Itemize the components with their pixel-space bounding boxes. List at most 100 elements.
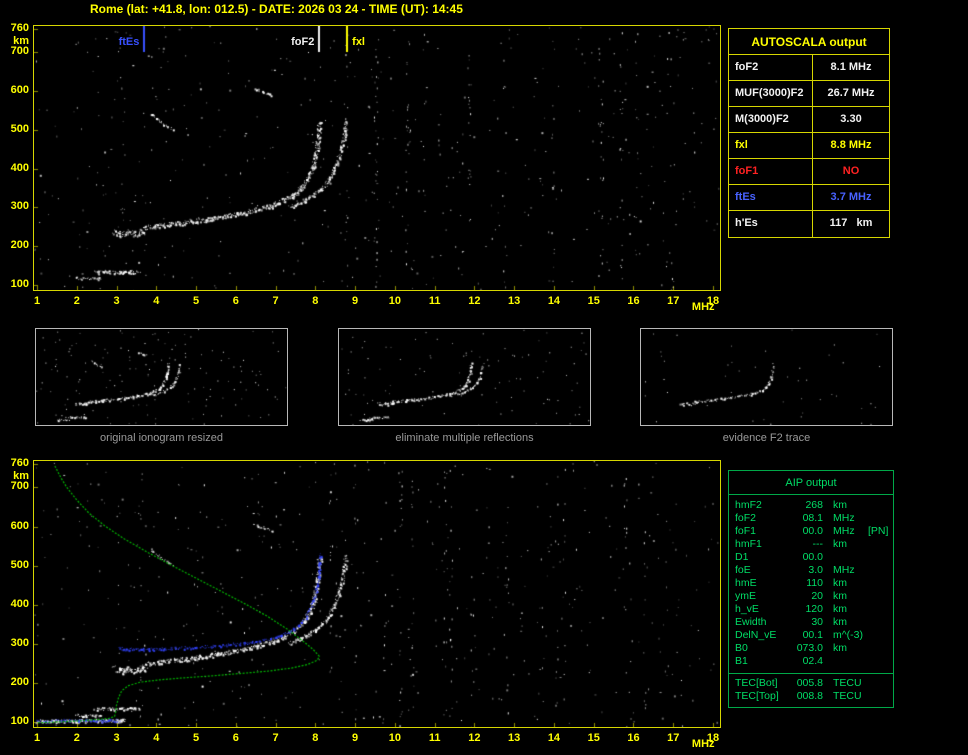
aip-row-note xyxy=(867,629,893,642)
aip-output-table: AIP output hmF2 268 km foF2 08.1 MHz foF1 00.0 M… xyxy=(728,470,894,708)
aip-row-unit: km xyxy=(833,538,847,550)
y-tick-label: 300 xyxy=(10,636,29,649)
aip-row: foF2 08.1 MHz xyxy=(729,512,893,525)
thumb-eliminate-frame xyxy=(338,328,591,426)
y-tick-label: 700 xyxy=(10,45,29,58)
aip-row-name: Ewidth xyxy=(735,616,767,628)
aip-row-value: 30 xyxy=(811,616,823,628)
autoscala-row-value: 3.7 MHz xyxy=(830,191,872,203)
aip-row-note xyxy=(867,603,893,616)
x-tick-label: 15 xyxy=(587,295,600,307)
x-axis-unit: MHz xyxy=(691,301,715,313)
x-tick-label: 12 xyxy=(468,295,481,307)
ionogram-bottom-canvas xyxy=(34,461,720,727)
aip-row: DelN_vE 00.1 m^(-3) xyxy=(729,629,893,642)
y-tick-label: 400 xyxy=(10,161,29,174)
autoscala-row-value: 26.7 MHz xyxy=(827,87,875,99)
aip-row-unit: MHz xyxy=(833,564,855,576)
x-tick-label: 4 xyxy=(153,295,160,307)
aip-row-unit: TECU xyxy=(833,677,862,689)
aip-row-note xyxy=(867,655,893,668)
aip-row: Ewidth 30 km xyxy=(729,616,893,629)
thumb-evidence-canvas xyxy=(641,329,892,425)
autoscala-row: fxl 8.8 MHz xyxy=(729,133,889,159)
x-tick-label: 18 xyxy=(706,732,720,744)
aip-row-name: ymE xyxy=(735,590,756,602)
aip-row-note xyxy=(867,551,893,564)
x-tick-label: 4 xyxy=(153,732,160,744)
aip-row-value: 08.1 xyxy=(802,512,823,524)
aip-row: TEC[Top] 008.8 TECU xyxy=(729,690,893,703)
aip-row-unit: m^(-3) xyxy=(833,629,864,641)
x-tick-label: 5 xyxy=(192,295,200,307)
y-axis-unit: km xyxy=(13,470,29,482)
x-tick-label: 14 xyxy=(547,295,561,307)
aip-row-name: foF1 xyxy=(735,525,757,537)
aip-row-value: 00.0 xyxy=(802,551,823,563)
aip-row-unit: km xyxy=(833,603,847,615)
aip-row: hmF1 --- km xyxy=(729,538,893,551)
autoscala-row: M(3000)F2 3.30 xyxy=(729,107,889,133)
aip-row-unit: km xyxy=(833,590,847,602)
aip-row: TEC[Bot] 005.8 TECU xyxy=(729,673,893,690)
aip-row: h_vE 120 km xyxy=(729,603,893,616)
aip-row-unit: MHz xyxy=(833,525,855,537)
aip-row-note xyxy=(867,590,893,603)
x-tick-label: 6 xyxy=(232,295,239,307)
x-tick-label: 15 xyxy=(587,732,600,744)
autoscala-row: foF1 NO xyxy=(729,159,889,185)
y-tick-label: 500 xyxy=(10,122,29,135)
autoscala-table-header: AUTOSCALA output xyxy=(729,29,889,55)
x-tick-label: 16 xyxy=(627,295,640,307)
x-tick-label: 18 xyxy=(706,295,720,307)
x-tick-label: 5 xyxy=(192,732,200,744)
autoscala-row-value: 117 km xyxy=(829,217,873,229)
x-tick-label: 13 xyxy=(508,295,521,307)
aip-row: foE 3.0 MHz xyxy=(729,564,893,577)
ionogram-top-canvas xyxy=(34,26,720,290)
aip-row-name: h_vE xyxy=(735,603,759,615)
aip-row-note xyxy=(867,690,893,703)
autoscala-row: MUF(3000)F2 26.7 MHz xyxy=(729,81,889,107)
x-tick-label: 3 xyxy=(113,295,120,307)
y-tick-label: 760 xyxy=(10,22,29,34)
autoscala-row-label: ftEs xyxy=(729,185,813,210)
aip-row: hmF2 268 km xyxy=(729,499,893,512)
x-axis-unit: MHz xyxy=(691,738,715,750)
aip-row-name: foE xyxy=(735,564,751,576)
aip-row-unit: km xyxy=(833,616,847,628)
x-tick-label: 2 xyxy=(73,732,80,744)
autoscala-row-label: foF1 xyxy=(729,159,813,184)
aip-row-name: TEC[Top] xyxy=(735,690,779,702)
aip-row: foF1 00.0 MHz [PN] xyxy=(729,525,893,538)
x-tick-label: 9 xyxy=(352,732,359,744)
aip-row-name: hmF1 xyxy=(735,538,762,550)
x-tick-label: 11 xyxy=(428,732,441,744)
aip-row-value: 3.0 xyxy=(808,564,823,576)
aip-row-value: 005.8 xyxy=(796,677,823,689)
x-tick-label: 16 xyxy=(627,732,640,744)
aip-row: hmE 110 km xyxy=(729,577,893,590)
aip-row-name: TEC[Bot] xyxy=(735,677,778,689)
x-tick-label: 10 xyxy=(388,732,401,744)
x-tick-label: 6 xyxy=(232,732,239,744)
autoscala-row-label: h'Es xyxy=(729,211,813,237)
ionogram-bottom-frame xyxy=(33,460,721,728)
x-tick-label: 1 xyxy=(33,295,41,307)
autoscala-row: ftEs 3.7 MHz xyxy=(729,185,889,211)
aip-row-unit: km xyxy=(833,642,847,654)
aip-row-name: foF2 xyxy=(735,512,757,524)
aip-row-value: 02.4 xyxy=(802,655,823,667)
x-tick-label: 12 xyxy=(468,732,481,744)
y-tick-label: 300 xyxy=(10,200,29,213)
aip-row-name: hmF2 xyxy=(735,499,762,511)
aip-row-unit: MHz xyxy=(833,512,855,524)
aip-row-note: [PN] xyxy=(868,525,889,537)
autoscala-window: Rome (lat: +41.8, lon: 012.5) - DATE: 20… xyxy=(0,0,968,755)
thumb-original-caption: original ionogram resized xyxy=(100,432,223,444)
ionogram-top-frame xyxy=(33,25,721,291)
autoscala-table-body: foF2 8.1 MHz MUF(3000)F2 26.7 MHz M(3000)F2 3… xyxy=(729,55,889,237)
x-tick-label: 2 xyxy=(73,295,80,307)
x-tick-label: 10 xyxy=(388,295,401,307)
aip-row-unit xyxy=(823,655,867,668)
